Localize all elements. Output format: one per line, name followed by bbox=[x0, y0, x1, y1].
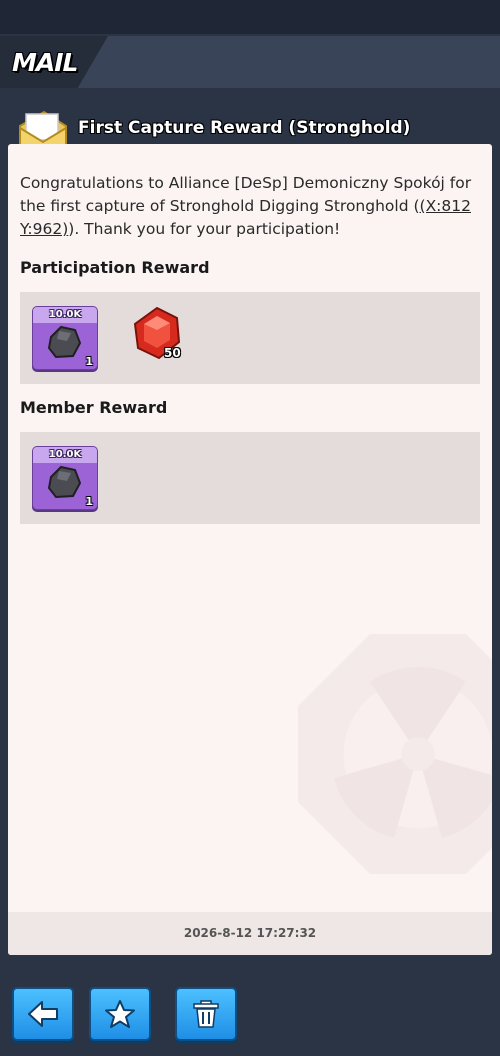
mail-subject: First Capture Reward (Stronghold) bbox=[78, 118, 411, 138]
faction-emblem-watermark bbox=[298, 634, 492, 874]
message-text-start: Congratulations to Alliance [DeSp] Demon… bbox=[20, 174, 472, 215]
trash-icon bbox=[193, 1000, 219, 1028]
top-strip bbox=[0, 0, 500, 34]
member-reward-box: 10.0K 1 bbox=[20, 432, 480, 524]
reward-item-stone[interactable]: 10.0K 1 bbox=[32, 446, 98, 510]
reward-item-stone[interactable]: 10.0K 1 bbox=[32, 306, 98, 370]
stone-icon bbox=[47, 325, 82, 359]
item-count: 50 bbox=[164, 346, 181, 360]
participation-reward-box: 10.0K 1 50 bbox=[20, 292, 480, 384]
mail-subject-row: First Capture Reward (Stronghold) bbox=[0, 104, 500, 155]
favorite-button[interactable] bbox=[89, 987, 151, 1041]
back-arrow-icon bbox=[28, 1001, 58, 1027]
star-icon bbox=[105, 1000, 135, 1028]
reward-item-gem[interactable]: 50 bbox=[132, 302, 196, 368]
mail-timestamp: 2026-8-12 17:27:32 bbox=[183, 926, 317, 940]
member-reward-title: Member Reward bbox=[20, 398, 168, 417]
delete-button[interactable] bbox=[175, 987, 237, 1041]
mail-message: Congratulations to Alliance [DeSp] Demon… bbox=[20, 172, 486, 241]
item-count: 1 bbox=[85, 495, 93, 508]
mail-content-panel: Congratulations to Alliance [DeSp] Demon… bbox=[8, 144, 492, 955]
participation-reward-title: Participation Reward bbox=[20, 258, 210, 277]
stone-icon bbox=[47, 465, 82, 499]
item-count: 1 bbox=[85, 355, 93, 368]
page-title: MAIL bbox=[12, 48, 78, 77]
message-text-end: ). Thank you for your participation! bbox=[68, 220, 341, 238]
mail-footer: 2026-8-12 17:27:32 bbox=[8, 912, 492, 955]
back-button[interactable] bbox=[12, 987, 74, 1041]
